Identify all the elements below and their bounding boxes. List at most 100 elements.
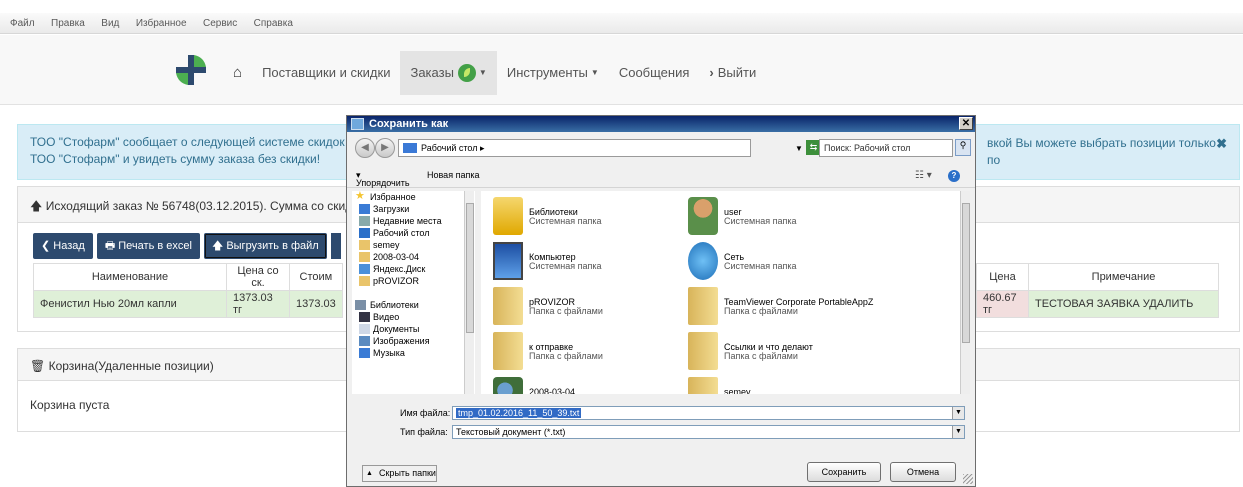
menu-view[interactable]: Вид xyxy=(93,14,123,29)
search-input[interactable]: Поиск: Рабочий стол xyxy=(819,139,953,157)
filetype-select[interactable]: Текстовый документ (*.txt) ▼ xyxy=(452,425,965,439)
nav-orders[interactable]: Заказы ▼ xyxy=(400,51,497,95)
file-item[interactable]: Сеть Системная папка xyxy=(681,240,911,285)
cell-price-right: 460.67 тг xyxy=(976,290,1029,318)
scroll-thumb[interactable] xyxy=(962,203,970,343)
search-icon[interactable]: ⚲ xyxy=(955,139,971,156)
back-label: Назад xyxy=(53,240,85,252)
nav-messages[interactable]: Сообщения xyxy=(609,51,700,95)
browser-menubar: Файл Правка Вид Избранное Сервис Справка xyxy=(0,13,1243,34)
file-item[interactable]: semeyЯрлык xyxy=(681,375,911,394)
menu-file[interactable]: Файл xyxy=(0,14,39,29)
close-icon[interactable]: ✕ xyxy=(959,117,973,130)
filename-input[interactable]: tmp_01.02.2016_11_50_39.txt ▼ xyxy=(452,406,965,420)
menu-tools[interactable]: Сервис xyxy=(195,14,241,29)
scroll-thumb[interactable] xyxy=(466,203,474,333)
files-scrollbar[interactable] xyxy=(960,191,970,394)
tree-item[interactable]: Яндекс.Диск xyxy=(352,263,475,275)
tree-item[interactable]: pROVIZOR xyxy=(352,275,475,287)
back-arrow-icon[interactable]: ◀ xyxy=(355,138,375,158)
nav-logout[interactable]: › Выйти xyxy=(699,51,766,95)
tree-item-label: Изображения xyxy=(373,336,430,346)
menu-edit[interactable]: Правка xyxy=(43,14,89,29)
menu-favorites[interactable]: Избранное xyxy=(128,14,191,29)
col-price-discount[interactable]: Цена со ск. xyxy=(226,263,290,291)
folder-icon xyxy=(493,287,523,325)
col-note[interactable]: Примечание xyxy=(1028,263,1219,291)
folder-icon xyxy=(493,332,523,370)
hide-folders-button[interactable]: Скрыть папки xyxy=(362,465,437,482)
col-price[interactable]: Цена xyxy=(976,263,1029,291)
nav-home[interactable]: ⌂ xyxy=(223,51,252,95)
nav-suppliers[interactable]: Поставщики и скидки xyxy=(252,51,400,95)
tree-item[interactable]: semey xyxy=(352,239,475,251)
dropdown-icon[interactable]: ▼ xyxy=(795,144,803,153)
folder-icon xyxy=(359,240,370,250)
tree-item[interactable]: Библиотеки xyxy=(352,299,475,311)
dropdown-icon[interactable]: ▼ xyxy=(952,407,964,419)
dialog-titlebar[interactable]: Сохранить как ✕ xyxy=(347,116,975,132)
tree-item-label: semey xyxy=(373,240,400,250)
file-item[interactable]: user Системная папка xyxy=(681,195,911,240)
tree-item[interactable]: Музыка xyxy=(352,347,475,359)
caret-down-icon: ▼ xyxy=(478,68,487,77)
tree-item[interactable]: Рабочий стол xyxy=(352,227,475,239)
folder-icon xyxy=(688,287,718,325)
main-nav: ⌂ Поставщики и скидки Заказы ▼ Инструмен… xyxy=(223,51,766,95)
tree-item[interactable]: Изображения xyxy=(352,335,475,347)
tree-item[interactable]: 2008-03-04 xyxy=(352,251,475,263)
tree-item-label: Недавние места xyxy=(373,216,442,226)
forward-arrow-icon[interactable]: ▶ xyxy=(375,138,395,158)
computer-icon xyxy=(493,242,523,280)
table-row[interactable]: Фенистил Нью 20мл капли 1373.03 тг 1373.… xyxy=(33,290,343,318)
basket-heading-text: Корзина(Удаленные позиции) xyxy=(48,359,214,373)
tree-item[interactable]: Документы xyxy=(352,323,475,335)
navigation-tree: ★ Избранное Загрузки Недавние места Рабочий … xyxy=(352,191,475,394)
library-icon xyxy=(355,300,366,310)
help-icon[interactable]: ? xyxy=(948,170,960,182)
organize-label: Упорядочить xyxy=(356,178,410,188)
order-table-left: Наименование Цена со ск. Стоим Фенистил … xyxy=(33,263,343,318)
tree-item[interactable]: Загрузки xyxy=(352,203,475,215)
cancel-button[interactable]: Отмена xyxy=(890,462,956,482)
cell-cost: 1373.03 xyxy=(289,290,343,318)
file-name: 2008-03-04 xyxy=(529,387,576,394)
dropdown-icon[interactable]: ▼ xyxy=(952,426,964,438)
tree-scrollbar[interactable] xyxy=(464,191,474,394)
new-folder-button[interactable]: Новая папка xyxy=(427,170,479,180)
view-icon[interactable]: ☷ ▾ xyxy=(915,170,932,181)
print-label: Печать в excel xyxy=(118,240,192,252)
tree-item[interactable]: Недавние места xyxy=(352,215,475,227)
tree-item-label: Избранное xyxy=(370,192,416,202)
table-row[interactable]: 460.67 тг ТЕСТОВАЯ ЗАЯВКА УДАЛИТЬ xyxy=(976,290,1219,318)
file-name: semey xyxy=(724,387,751,394)
file-item[interactable]: TeamViewer Corporate PortableAppZ Папка с… xyxy=(681,285,911,330)
print-excel-button[interactable]: 🖶 Печать в excel xyxy=(96,233,200,259)
address-bar[interactable]: Рабочий стол ▸ xyxy=(398,139,751,157)
filetype-label: Тип файла: xyxy=(400,427,448,437)
filetype-value: Текстовый документ (*.txt) xyxy=(456,427,566,437)
resize-grip[interactable] xyxy=(963,474,973,484)
nav-tools[interactable]: Инструменты ▼ xyxy=(497,51,609,95)
save-button[interactable]: Сохранить xyxy=(807,462,881,482)
tree-item-label: Документы xyxy=(373,324,420,334)
tree-item[interactable]: ★ Избранное xyxy=(352,191,475,203)
extra-button[interactable] xyxy=(330,233,341,259)
cloud-icon xyxy=(359,264,370,274)
col-cost[interactable]: Стоим xyxy=(289,263,343,291)
back-button[interactable]: ❮ Назад xyxy=(33,233,93,259)
logo-icon[interactable] xyxy=(174,53,208,87)
nav-logout-label: Выйти xyxy=(717,65,757,80)
user-icon xyxy=(688,197,718,235)
export-file-button[interactable]: 🡅 Выгрузить в файл xyxy=(203,233,327,259)
tree-item-label: Загрузки xyxy=(373,204,410,214)
col-name[interactable]: Наименование xyxy=(33,263,227,291)
organize-button[interactable]: Упорядочить ▾ xyxy=(356,170,410,188)
menu-help[interactable]: Справка xyxy=(246,14,297,29)
close-icon[interactable]: ✖ xyxy=(1216,135,1227,152)
address-text: Рабочий стол xyxy=(421,143,478,153)
tree-item[interactable]: Видео xyxy=(352,311,475,323)
file-item[interactable]: Ссылки и что делают Папка с файлами xyxy=(681,330,911,375)
cell-note: ТЕСТОВАЯ ЗАЯВКА УДАЛИТЬ xyxy=(1028,290,1219,318)
file-type: Папка с файлами xyxy=(724,306,798,316)
